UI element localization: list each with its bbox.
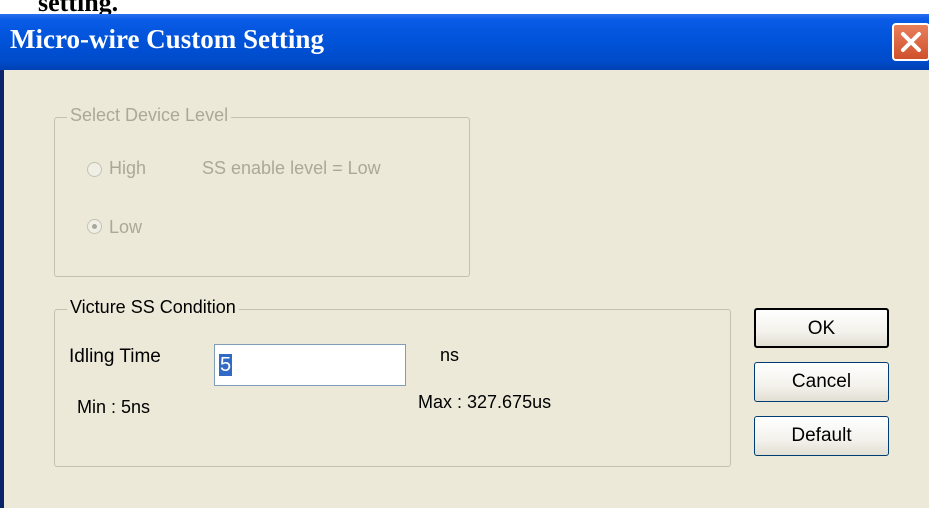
default-button[interactable]: Default [754, 416, 889, 456]
radio-high-label: High [109, 158, 147, 178]
ss-enable-level-text: SS enable level = Low [202, 158, 381, 178]
close-icon [901, 32, 921, 52]
cancel-button[interactable]: Cancel [754, 362, 889, 402]
ok-button[interactable]: OK [754, 308, 889, 348]
max-value-text: Max : 327.675us [418, 392, 552, 412]
min-value-text: Min : 5ns [77, 397, 151, 417]
unit-label: ns [440, 345, 460, 365]
radio-low-label: Low [109, 217, 143, 237]
idling-time-value: 5 [219, 354, 233, 376]
ss-condition-group-title: Victure SS Condition [67, 297, 239, 318]
idling-time-input[interactable]: 5 [214, 344, 406, 386]
device-level-group: Select Device Level [54, 105, 470, 277]
window-title: Micro-wire Custom Setting [10, 24, 324, 54]
ss-condition-group: Victure SS Condition [54, 297, 731, 467]
radio-selected-dot [92, 224, 97, 229]
device-level-group-title: Select Device Level [67, 105, 232, 126]
radio-low[interactable] [87, 219, 102, 234]
close-button[interactable] [892, 23, 929, 61]
idling-time-label: Idling Time [69, 346, 161, 367]
title-bar[interactable]: Micro-wire Custom Setting [0, 14, 929, 70]
radio-high[interactable] [87, 162, 102, 177]
